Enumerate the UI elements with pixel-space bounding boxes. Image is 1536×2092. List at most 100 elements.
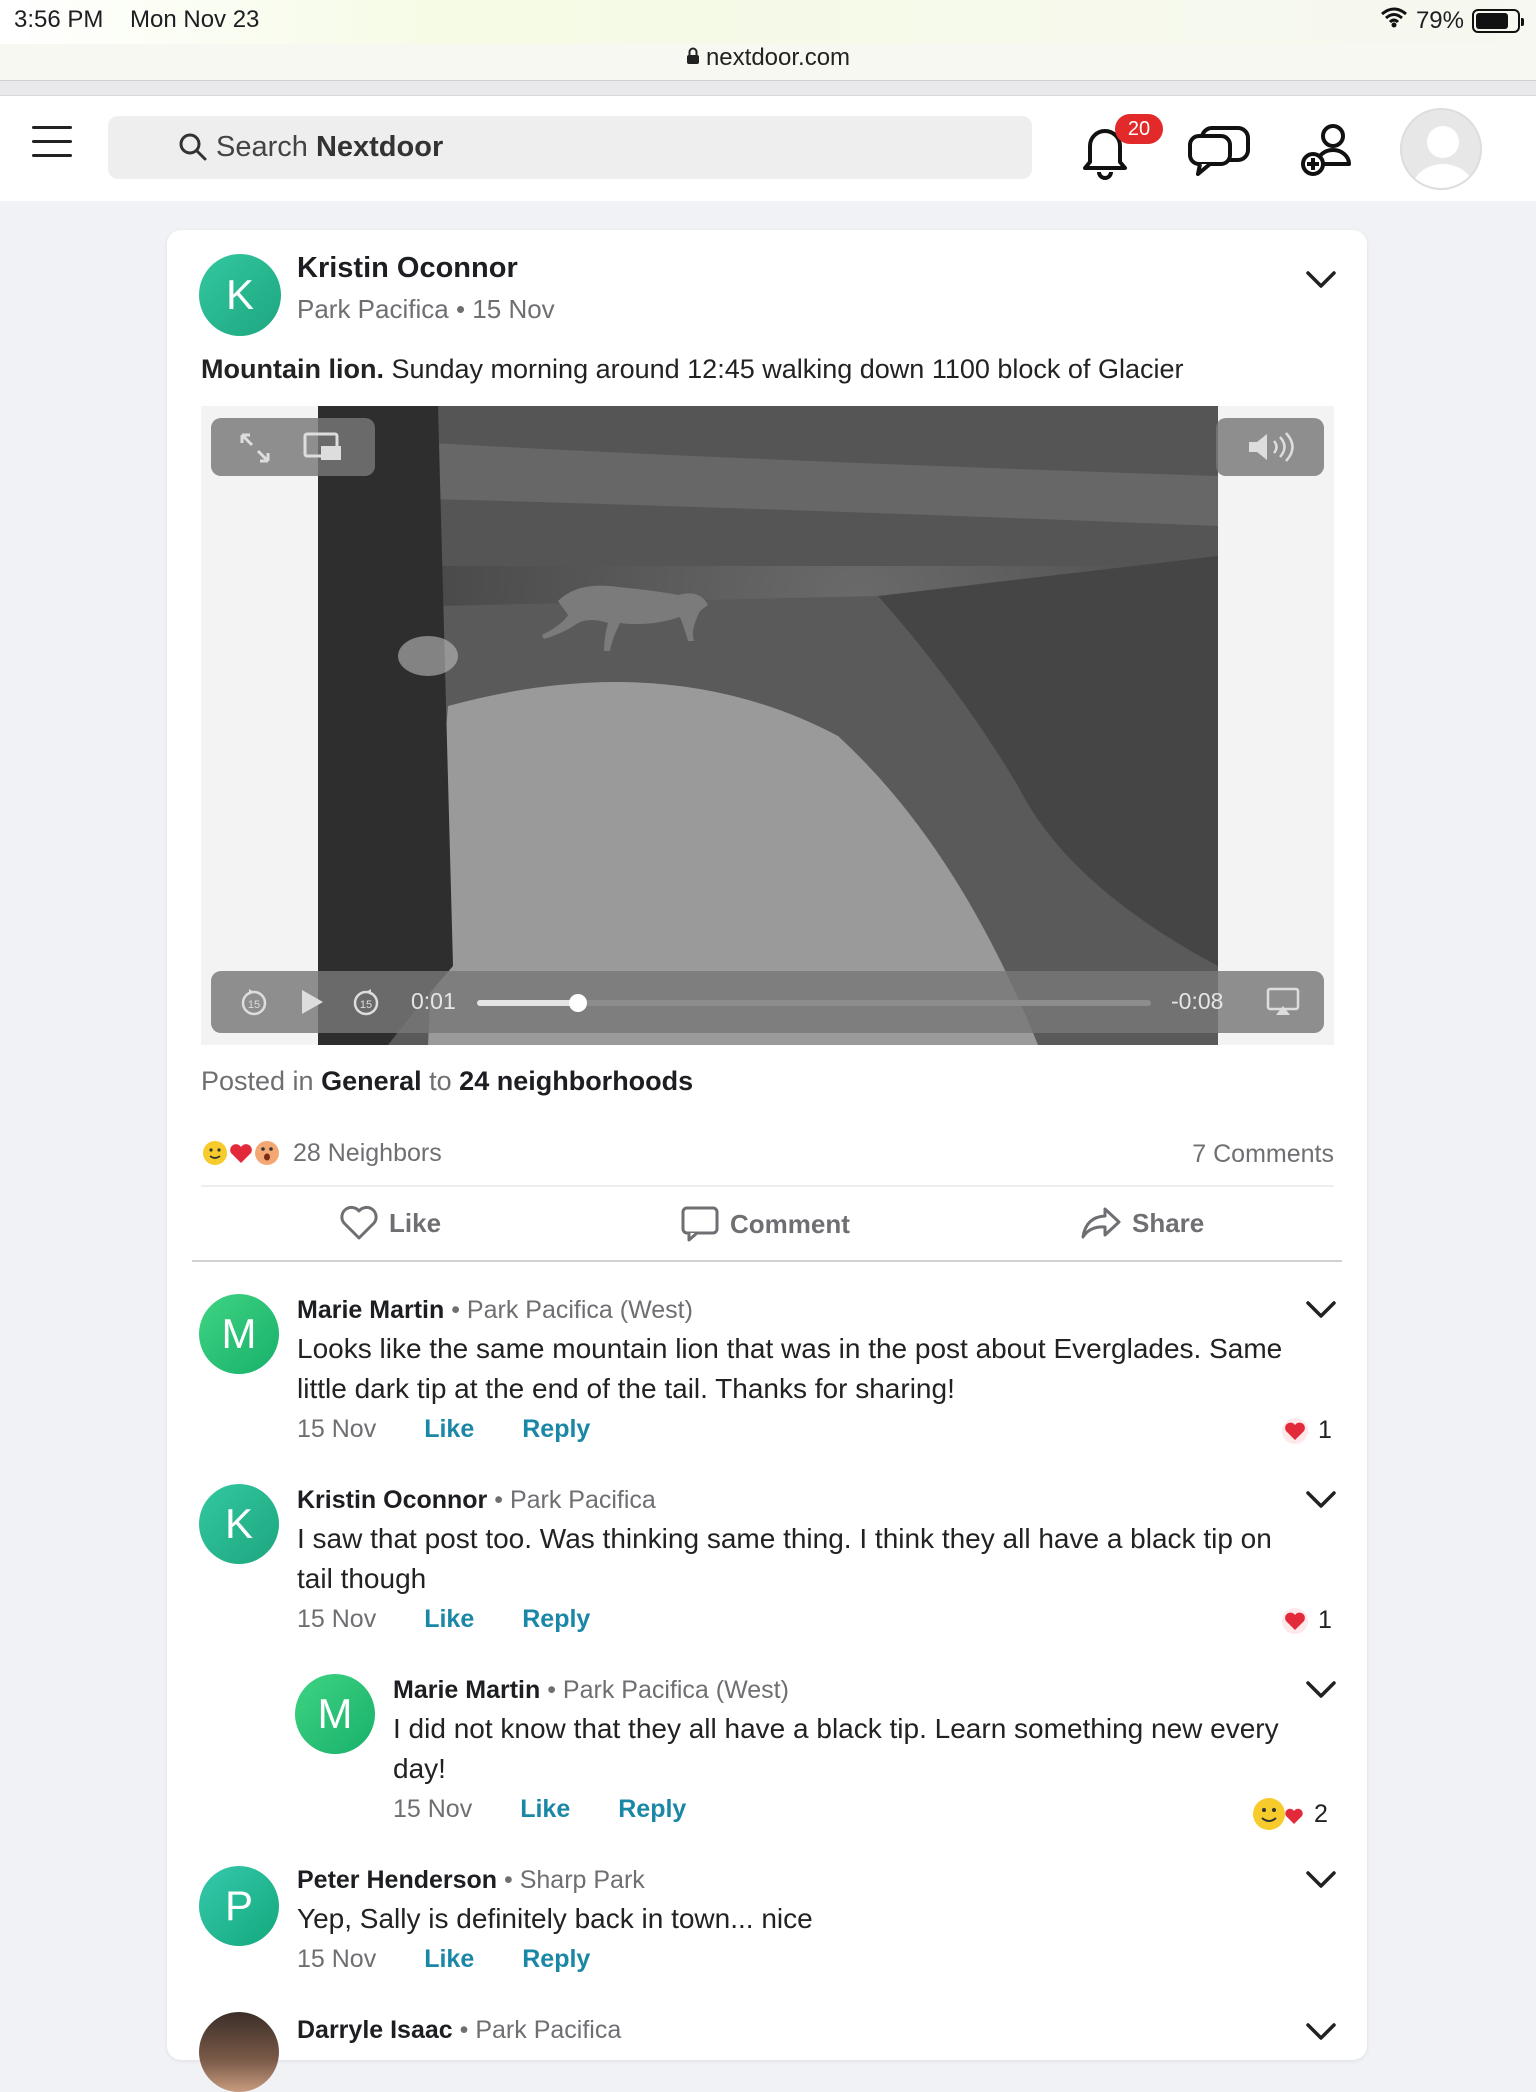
comment-reply-button[interactable]: Reply: [618, 1795, 686, 1823]
reaction-count: 1: [1318, 1606, 1332, 1634]
profile-avatar[interactable]: [1400, 108, 1482, 190]
commenter-neighborhood[interactable]: Park Pacifica (West): [467, 1296, 693, 1324]
menu-icon[interactable]: [32, 126, 72, 160]
divider: [201, 1185, 1334, 1187]
add-neighbor-icon[interactable]: [1300, 122, 1356, 183]
video-elapsed: 0:01: [411, 988, 456, 1014]
comment-like-button[interactable]: Like: [424, 1945, 474, 1973]
video-player[interactable]: 15 15 0:01 -0:08: [201, 406, 1334, 1045]
meta-separator: •: [444, 1296, 467, 1324]
messages-icon[interactable]: [1186, 124, 1252, 181]
url-text[interactable]: nextdoor.com: [706, 44, 850, 71]
comment-reactions[interactable]: 1: [1280, 1606, 1332, 1635]
share-button[interactable]: Share: [1080, 1205, 1204, 1241]
commenter-neighborhood[interactable]: Park Pacifica: [475, 2016, 621, 2044]
like-label: Like: [389, 1207, 442, 1238]
comment-line: tail though: [297, 1563, 427, 1594]
commenter-name[interactable]: Marie Martin: [297, 1296, 444, 1324]
comments-count[interactable]: 7 Comments: [1192, 1140, 1334, 1169]
like-button[interactable]: Like: [339, 1205, 441, 1241]
posted-to-label: to: [421, 1066, 460, 1096]
status-time: 3:56 PM: [14, 6, 104, 33]
volume-button[interactable]: [1216, 418, 1324, 476]
comment-options-chevron-icon[interactable]: [1305, 1490, 1337, 1515]
volume-icon: [1246, 432, 1294, 467]
comment-date: 15 Nov: [297, 1945, 377, 1973]
commenter-name[interactable]: Marie Martin: [393, 1676, 540, 1704]
heart-reaction-icon: [1282, 1607, 1308, 1634]
picture-in-picture-icon[interactable]: [303, 432, 343, 467]
video-scrubber[interactable]: [477, 994, 1151, 1012]
audience-link[interactable]: 24 neighborhoods: [459, 1066, 693, 1096]
comment-like-button[interactable]: Like: [424, 1415, 474, 1443]
video-controls-bar: 15 15 0:01 -0:08: [211, 971, 1324, 1033]
post-body: Mountain lion. Sunday morning around 12:…: [201, 354, 1183, 385]
posted-in-label: Posted in: [201, 1066, 322, 1096]
comment-reply-button[interactable]: Reply: [522, 1605, 590, 1633]
comment-body: I saw that post too. Was thinking same t…: [297, 1519, 1272, 1599]
commenter-avatar[interactable]: P: [199, 1866, 279, 1946]
skip-back-label: 15: [248, 999, 260, 1011]
author-avatar[interactable]: K: [199, 254, 281, 336]
comment-options-chevron-icon[interactable]: [1305, 2022, 1337, 2047]
comment-date: 15 Nov: [393, 1795, 473, 1823]
comment-body: Yep, Sally is definitely back in town...…: [297, 1899, 813, 1939]
comment: Kristin Oconnor • Park Pacifica I saw th…: [297, 1486, 1272, 1634]
category-link[interactable]: General: [321, 1066, 422, 1096]
comment-reactions[interactable]: 2: [1252, 1796, 1328, 1832]
post-meta: Park Pacifica • 15 Nov: [297, 294, 555, 325]
comment-body: Looks like the same mountain lion that w…: [297, 1329, 1282, 1409]
post-date: 15 Nov: [472, 294, 555, 324]
commenter-avatar[interactable]: [199, 2012, 279, 2092]
post-options-chevron-icon[interactable]: [1305, 270, 1337, 295]
comment-like-button[interactable]: Like: [424, 1605, 474, 1633]
comment-date: 15 Nov: [297, 1605, 377, 1633]
smile-heart-reaction-icon: [1253, 1798, 1303, 1830]
commenter-neighborhood[interactable]: Sharp Park: [520, 1866, 645, 1894]
comment-options-chevron-icon[interactable]: [1305, 1870, 1337, 1895]
posted-in-line: Posted in General to 24 neighborhoods: [201, 1066, 693, 1097]
comment-options-chevron-icon[interactable]: [1305, 1680, 1337, 1705]
reaction-count: 28 Neighbors: [293, 1138, 442, 1167]
commenter-name[interactable]: Darryle Isaac: [297, 2016, 453, 2044]
comment-reactions[interactable]: 1: [1280, 1416, 1332, 1445]
comment-like-button[interactable]: Like: [520, 1795, 570, 1823]
comment-options-chevron-icon[interactable]: [1305, 1300, 1337, 1325]
comment-body: I did not know that they all have a blac…: [393, 1709, 1279, 1789]
skip-forward-label: 15: [360, 999, 372, 1011]
reaction-summary[interactable]: 28 Neighbors: [201, 1138, 442, 1168]
comment-line: Yep, Sally is definitely back in town...…: [297, 1903, 813, 1934]
scrubber-handle[interactable]: [569, 994, 588, 1012]
post-title: Mountain lion.: [201, 354, 384, 384]
skip-back-icon[interactable]: 15: [239, 987, 269, 1022]
comment-reply-button[interactable]: Reply: [522, 1945, 590, 1973]
share-icon: [1081, 1207, 1121, 1239]
video-progress: [477, 1000, 579, 1006]
post-author[interactable]: Kristin Oconnor: [297, 252, 518, 285]
ios-status-bar: 3:56 PM Mon Nov 23 79%: [0, 0, 1536, 44]
browser-url-bar[interactable]: nextdoor.com: [0, 44, 1536, 80]
search-placeholder-prefix: Search: [216, 131, 316, 163]
comment-reply-button[interactable]: Reply: [522, 1415, 590, 1443]
commenter-avatar[interactable]: M: [295, 1674, 375, 1754]
video-top-controls: [211, 418, 375, 476]
commenter-name[interactable]: Peter Henderson: [297, 1866, 497, 1894]
meta-separator: •: [487, 1486, 510, 1514]
commenter-avatar[interactable]: M: [199, 1294, 279, 1374]
commenter-name[interactable]: Kristin Oconnor: [297, 1486, 487, 1514]
comment-button[interactable]: Comment: [680, 1205, 850, 1243]
commenter-neighborhood[interactable]: Park Pacifica: [510, 1486, 656, 1514]
comment-line: I did not know that they all have a blac…: [393, 1713, 1279, 1744]
post-neighborhood[interactable]: Park Pacifica: [297, 294, 449, 324]
play-icon[interactable]: [299, 988, 325, 1021]
post-actions: Like Comment Share: [167, 1205, 1367, 1255]
video-frame: [318, 406, 1218, 1045]
airplay-icon[interactable]: [1266, 987, 1300, 1022]
skip-forward-icon[interactable]: 15: [351, 987, 381, 1022]
lock-icon: [686, 44, 700, 72]
commenter-avatar[interactable]: K: [199, 1484, 279, 1564]
commenter-neighborhood[interactable]: Park Pacifica (West): [563, 1676, 789, 1704]
fullscreen-icon[interactable]: [239, 432, 271, 469]
status-date: Mon Nov 23: [130, 6, 260, 33]
search-input[interactable]: Search Nextdoor: [108, 116, 1032, 179]
